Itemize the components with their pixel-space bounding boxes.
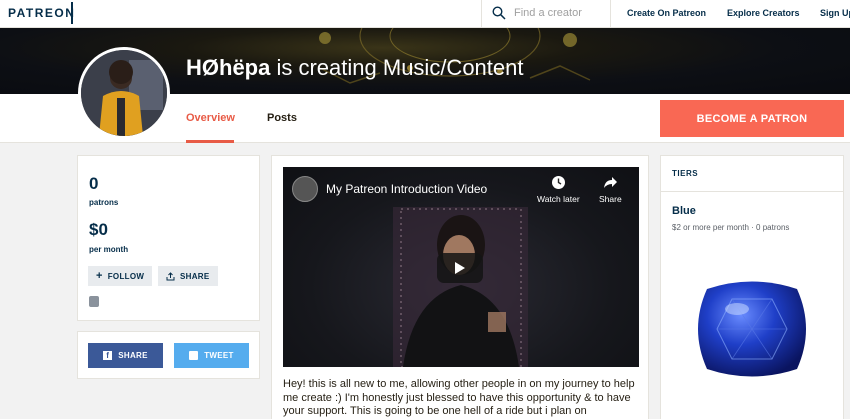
patreon-logo[interactable]: PATREON <box>8 6 75 20</box>
search-icon[interactable] <box>492 6 506 20</box>
top-nav: PATREON Create On Patreon Explore Creato… <box>0 0 850 28</box>
patron-count-label: patrons <box>89 198 119 207</box>
patron-count: 0 <box>89 174 99 193</box>
follow-button[interactable]: + FOLLOW <box>88 266 153 286</box>
facebook-share-label: SHARE <box>118 351 148 360</box>
share-arrow-icon <box>603 177 617 188</box>
video-title[interactable]: My Patreon Introduction Video <box>326 182 487 196</box>
avatar-photo <box>81 50 167 136</box>
play-button[interactable] <box>437 253 483 283</box>
tab-overview[interactable]: Overview <box>186 112 235 124</box>
tiers-title: TIERS <box>672 169 699 178</box>
social-share-card: f SHARE TWEET <box>77 331 260 379</box>
video-share-control[interactable]: Share <box>599 175 622 204</box>
tier-subtitle: $2 or more per month · 0 patrons <box>672 223 790 232</box>
creator-description: Hey! this is all new to me, allowing oth… <box>283 378 635 417</box>
twitter-icon <box>189 351 199 360</box>
channel-avatar[interactable] <box>292 176 318 202</box>
watch-later-control[interactable]: Watch later <box>537 175 580 204</box>
creator-heading: HØhëpa is creating Music/Content <box>186 55 523 81</box>
plus-icon: + <box>96 269 103 282</box>
creator-name: HØhëpa <box>186 55 271 80</box>
follow-label: FOLLOW <box>107 271 145 281</box>
search-box <box>481 0 611 27</box>
facebook-icon: f <box>103 351 113 360</box>
overview-content-card: My Patreon Introduction Video Watch late… <box>271 155 649 419</box>
creator-tagline: is creating Music/Content <box>276 55 524 80</box>
watch-later-label: Watch later <box>537 194 580 204</box>
share-button[interactable]: SHARE <box>158 266 218 286</box>
video-share-label: Share <box>599 194 622 204</box>
explore-creators-link[interactable]: Explore Creators <box>727 8 800 18</box>
share-icon <box>166 271 175 280</box>
monthly-amount-label: per month <box>89 245 129 254</box>
logo-divider <box>71 2 73 24</box>
tweet-label: TWEET <box>204 351 234 360</box>
twitter-tweet-button[interactable]: TWEET <box>174 343 249 368</box>
creator-avatar[interactable] <box>78 47 170 139</box>
active-tab-indicator <box>186 140 234 143</box>
create-on-patreon-link[interactable]: Create On Patreon <box>627 8 706 18</box>
play-icon <box>455 262 465 274</box>
clock-icon <box>551 176 565 189</box>
tiers-header: TIERS <box>661 156 843 192</box>
facebook-share-button[interactable]: f SHARE <box>88 343 163 368</box>
tiers-card: TIERS Blue $2 or more per month · 0 patr… <box>660 155 844 419</box>
share-label: SHARE <box>180 271 210 281</box>
become-a-patron-button[interactable]: BECOME A PATRON <box>660 100 844 137</box>
tab-posts[interactable]: Posts <box>267 112 297 124</box>
sign-up-link[interactable]: Sign Up <box>820 8 850 18</box>
intro-video-player[interactable]: My Patreon Introduction Video Watch late… <box>283 167 639 367</box>
search-input[interactable] <box>514 4 606 22</box>
monthly-amount: $0 <box>89 220 108 239</box>
creator-stats-card: 0 patrons $0 per month + FOLLOW SHARE <box>77 155 260 321</box>
youtube-icon[interactable] <box>89 296 99 307</box>
sapphire-gem-image <box>698 281 806 377</box>
tier-name[interactable]: Blue <box>672 205 696 217</box>
